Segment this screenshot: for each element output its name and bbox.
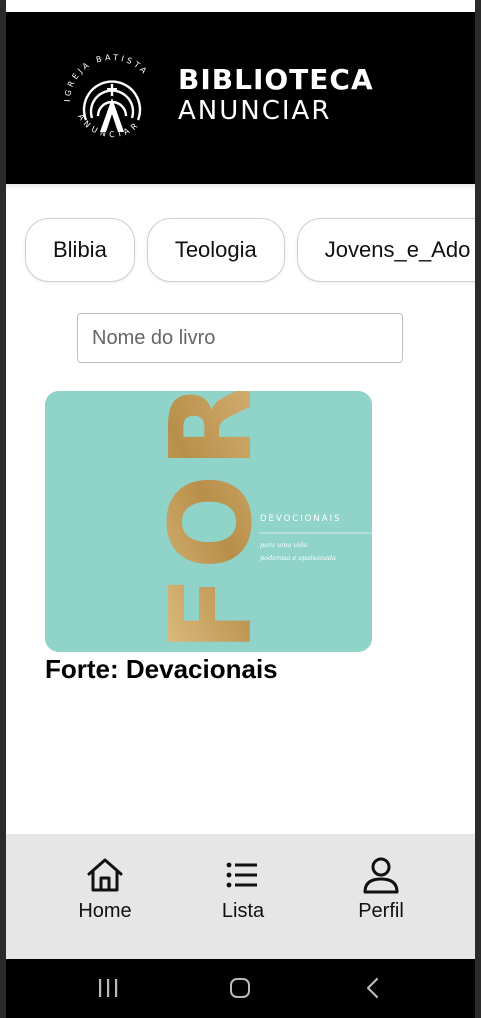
- home-icon: [87, 858, 123, 892]
- app-frame: IGREJA BATISTA ANUNCIAR BIBLIOTECA ANUNC…: [0, 0, 481, 1018]
- book-search-input[interactable]: [77, 313, 403, 363]
- app-header: IGREJA BATISTA ANUNCIAR BIBLIOTECA ANUNC…: [6, 12, 475, 184]
- church-seal-logo: IGREJA BATISTA ANUNCIAR: [63, 53, 150, 139]
- user-icon: [363, 857, 399, 894]
- system-navigation-bar: [6, 959, 475, 1018]
- bottom-navigation: Home Lista Perfil: [6, 834, 475, 959]
- list-icon: [226, 862, 257, 888]
- home-button-icon[interactable]: [228, 977, 252, 999]
- nav-home-label: Home: [78, 900, 132, 922]
- brand-title: BIBLIOTECA ANUNCIAR: [178, 63, 374, 127]
- category-chip-biblia[interactable]: Blibia: [25, 218, 135, 282]
- nav-lista-label: Lista: [221, 900, 265, 922]
- book-cover-art: FOR DEVOCIONAIS para uma vida poderosa e…: [45, 391, 372, 652]
- cover-heading: DEVOCIONAIS: [260, 514, 341, 524]
- nav-perfil-label: Perfil: [358, 900, 404, 922]
- cover-subtitle-2: poderosa e apaixonada: [260, 554, 336, 562]
- cover-big-letters: FOR: [147, 391, 277, 652]
- book-title[interactable]: Forte: Devacionais: [45, 654, 278, 685]
- seal-text-top: IGREJA BATISTA: [63, 53, 147, 102]
- main-content: BlibiaTeologiaJovens_e_Ado FOR DEVOCIONA…: [6, 184, 475, 834]
- book-cover[interactable]: FOR DEVOCIONAIS para uma vida poderosa e…: [45, 391, 372, 652]
- cover-subtitle-1: para uma vida: [260, 541, 307, 549]
- svg-text:IGREJA BATISTA: IGREJA BATISTA: [63, 53, 150, 102]
- nav-perfil[interactable]: Perfil: [326, 856, 436, 923]
- category-chip-teologia[interactable]: Teologia: [146, 218, 285, 282]
- brand-line-1: BIBLIOTECA: [178, 63, 374, 96]
- nav-lista[interactable]: Lista: [188, 856, 298, 923]
- category-chips: Blibia Teologia Jovens_e_Ado: [25, 218, 475, 284]
- back-icon[interactable]: [362, 977, 386, 999]
- recent-apps-icon[interactable]: [96, 977, 120, 999]
- category-chip-jovens[interactable]: Jovens_e_Ado: [296, 218, 475, 282]
- brand-line-2: ANUNCIAR: [178, 96, 332, 126]
- status-strip: [6, 0, 475, 12]
- nav-home[interactable]: Home: [50, 856, 160, 923]
